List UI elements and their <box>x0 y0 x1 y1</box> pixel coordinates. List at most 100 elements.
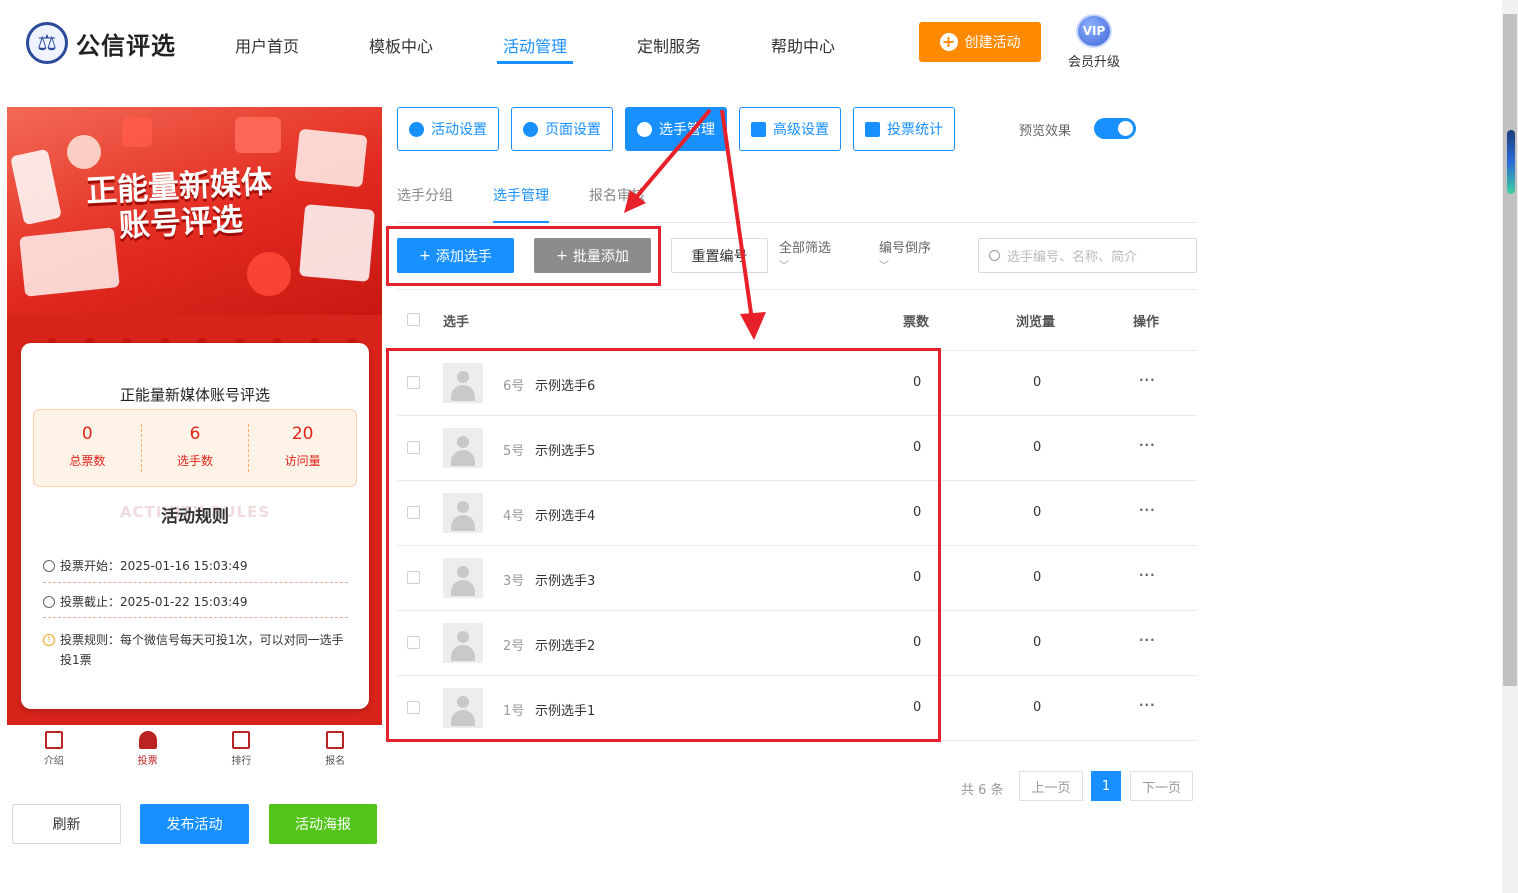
batch-add-label: 批量添加 <box>572 248 629 265</box>
preview-toggle-switch[interactable] <box>1094 118 1136 139</box>
more-actions-icon[interactable]: ··· <box>1139 568 1156 582</box>
contestant-number: 4号 <box>503 509 525 524</box>
nav-active-underline <box>497 61 573 64</box>
annotation-arrow-head <box>740 312 766 340</box>
votes-cell: 0 <box>913 635 922 650</box>
column-header-views[interactable]: 浏览量 <box>1016 311 1055 330</box>
more-actions-icon[interactable]: ··· <box>1139 373 1156 387</box>
votes-cell: 0 <box>913 700 922 715</box>
bar-chart-board-illustration <box>294 128 368 188</box>
votes-cell: 0 <box>913 505 922 520</box>
contestant-name[interactable]: 示例选手3 <box>535 570 595 589</box>
create-activity-button[interactable]: + 创建活动 <box>919 22 1041 62</box>
tab-label: 投票统计 <box>887 122 943 138</box>
vote-rule-text: 投票规则：每个微信号每天可投1次，可以对同一选手投1票 <box>60 633 344 667</box>
more-actions-icon[interactable]: ··· <box>1139 438 1156 452</box>
more-actions-icon[interactable]: ··· <box>1139 503 1156 517</box>
nav-help-center[interactable]: 帮助中心 <box>771 33 835 57</box>
search-placeholder: 选手编号、名称、简介 <box>1007 250 1138 265</box>
page-scrollbar-thumb[interactable] <box>1503 14 1517 686</box>
scroll-position-marker <box>1507 130 1515 194</box>
avatar-head <box>457 631 469 643</box>
search-input[interactable]: 选手编号、名称、简介 <box>978 238 1197 273</box>
brand-name: 公信评选 <box>76 31 176 60</box>
select-all-checkbox[interactable] <box>407 313 420 326</box>
vote-rule-row: ! 投票规则：每个微信号每天可投1次，可以对同一选手投1票 <box>43 630 348 670</box>
contestant-number: 2号 <box>503 639 525 654</box>
contestant-name[interactable]: 示例选手4 <box>535 505 595 524</box>
avatar-head <box>457 501 469 513</box>
tab-label: 投票 <box>137 756 158 767</box>
tab-advanced-settings[interactable]: 高级设置 <box>739 107 841 151</box>
tab-page-settings[interactable]: 页面设置 <box>511 107 613 151</box>
plus-icon: + <box>556 247 568 264</box>
row-checkbox[interactable] <box>407 506 420 519</box>
tab-intro[interactable]: 介绍 <box>7 725 101 775</box>
contestant-name[interactable]: 示例选手6 <box>535 375 595 394</box>
column-header-actions: 操作 <box>1133 315 1160 330</box>
views-cell: 0 <box>1033 375 1042 390</box>
tab-activity-settings[interactable]: 活动设置 <box>397 107 499 151</box>
vip-upgrade[interactable]: VIP 会员升级 <box>1066 14 1122 70</box>
stat-label: 总票数 <box>69 454 106 468</box>
chevron-down-icon: ﹀ <box>779 261 789 272</box>
brand-logo[interactable]: ⚖ 公信评选 <box>26 22 176 64</box>
subtab-signup-review[interactable]: 报名审核 <box>589 185 645 205</box>
nav-activity-management[interactable]: 活动管理 <box>503 33 567 57</box>
bar-chart-icon <box>865 121 880 137</box>
contestant-name[interactable]: 示例选手1 <box>535 700 595 719</box>
row-checkbox[interactable] <box>407 571 420 584</box>
avatar <box>443 688 483 728</box>
row-checkbox[interactable] <box>407 701 420 714</box>
activity-poster-button[interactable]: 活动海报 <box>269 804 377 844</box>
tab-signup[interactable]: 报名 <box>288 725 382 775</box>
filter-label: 全部筛选 <box>779 241 832 256</box>
tab-ranking[interactable]: 排行 <box>195 725 289 775</box>
reset-numbering-button[interactable]: 重置编号 <box>671 238 768 273</box>
tab-contestant-management[interactable]: 选手管理 <box>625 107 727 151</box>
vote-start-row: 投票开始：2025-01-16 15:03:49 <box>43 556 348 576</box>
filter-dropdown[interactable]: 全部筛选 ﹀ <box>779 240 831 276</box>
tab-label: 报名 <box>325 756 346 767</box>
subtab-contestants[interactable]: 选手管理 <box>493 185 549 205</box>
page-1-button[interactable]: 1 <box>1091 771 1121 801</box>
tab-vote[interactable]: 投票 <box>101 725 195 775</box>
add-contestant-button[interactable]: + 添加选手 <box>397 238 514 273</box>
batch-add-button[interactable]: + 批量添加 <box>534 238 651 273</box>
next-page-button[interactable]: 下一页 <box>1130 771 1193 801</box>
sort-dropdown[interactable]: 编号倒序 ﹀ <box>879 240 931 276</box>
tab-vote-statistics[interactable]: 投票统计 <box>853 107 955 151</box>
avatar-body <box>451 710 475 726</box>
tab-label: 高级设置 <box>773 122 829 138</box>
nav-custom-service[interactable]: 定制服务 <box>637 33 701 57</box>
refresh-button[interactable]: 刷新 <box>12 804 121 844</box>
contestant-name[interactable]: 示例选手2 <box>535 635 595 654</box>
stat-value: 0 <box>81 424 93 444</box>
divider <box>43 617 348 618</box>
rules-heading: 活动规则 <box>161 507 229 527</box>
poster-banner: 正能量新媒体 账号评选 <box>7 107 382 315</box>
prev-page-button[interactable]: 上一页 <box>1019 771 1083 801</box>
row-divider <box>397 415 1197 416</box>
more-actions-icon[interactable]: ··· <box>1139 698 1156 712</box>
votes-cell: 0 <box>913 440 922 455</box>
gear-icon <box>523 121 538 137</box>
nav-home[interactable]: 用户首页 <box>235 33 299 57</box>
publish-activity-button[interactable]: 发布活动 <box>140 804 249 844</box>
row-checkbox[interactable] <box>407 636 420 649</box>
avatar-head <box>457 371 469 383</box>
stat-label: 选手数 <box>177 454 214 468</box>
top-header: ⚖ 公信评选 用户首页 模板中心 活动管理 定制服务 帮助中心 + 创建活动 V… <box>0 0 1500 86</box>
contestant-name[interactable]: 示例选手5 <box>535 440 595 459</box>
row-checkbox[interactable] <box>407 376 420 389</box>
stats-panel: 0 总票数 6 选手数 20 访问量 <box>33 409 357 487</box>
tab-label: 活动设置 <box>431 122 487 138</box>
row-checkbox[interactable] <box>407 441 420 454</box>
more-actions-icon[interactable]: ··· <box>1139 633 1156 647</box>
row-divider <box>397 675 1197 676</box>
column-header-votes[interactable]: 票数 <box>903 311 929 330</box>
nav-templates[interactable]: 模板中心 <box>369 33 433 57</box>
subtab-groups[interactable]: 选手分组 <box>397 185 453 205</box>
vote-end-text: 投票截止：2025-01-22 15:03:49 <box>60 595 248 609</box>
add-contestant-label: 添加选手 <box>435 248 492 265</box>
